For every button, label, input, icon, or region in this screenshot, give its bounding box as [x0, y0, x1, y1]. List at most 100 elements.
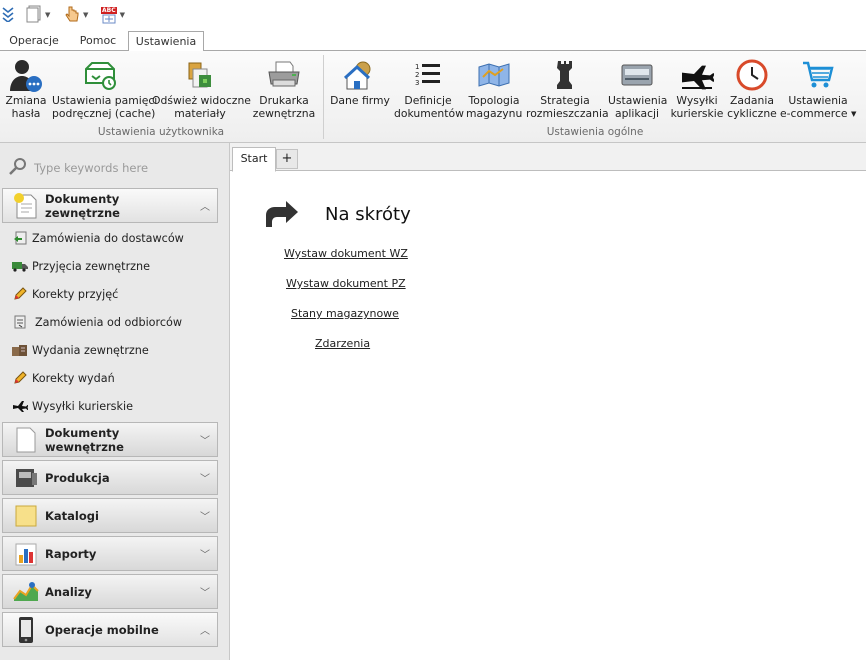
- chevron-down-icon: ﹀: [200, 474, 210, 485]
- cyclic-tasks-label-2: cykliczne: [727, 106, 777, 120]
- airplane-icon: [670, 55, 724, 95]
- external-documents-icon: [11, 191, 41, 221]
- add-tab-button[interactable]: +: [276, 149, 298, 169]
- company-data-button[interactable]: Dane firmy: [330, 55, 390, 127]
- nav-item-label: Wydania zewnętrzne: [32, 343, 149, 357]
- section-katalogi[interactable]: Katalogi ﹀: [2, 498, 218, 533]
- production-machine-icon: [11, 463, 41, 493]
- courier-shipments-button[interactable]: Wysyłki kurierskie: [670, 55, 724, 127]
- application-settings-label-1: Ustawienia: [608, 94, 668, 107]
- nav-item-zamowienia-do-dostawcow[interactable]: Zamówienia do dostawców: [12, 227, 184, 249]
- section-title: Analizy: [45, 584, 92, 599]
- quick-access-menu-button[interactable]: [2, 4, 16, 26]
- tab-ustawienia[interactable]: Ustawienia: [128, 31, 204, 52]
- cache-settings-button[interactable]: Ustawienia pamięci podręcznej (cache): [52, 55, 158, 127]
- shopping-cart-icon: [780, 55, 856, 95]
- application-settings-button[interactable]: Ustawienia aplikacji: [608, 55, 668, 127]
- section-title: Raporty: [45, 546, 97, 561]
- quick-document-button[interactable]: ▼: [26, 4, 50, 26]
- refresh-materials-button[interactable]: Odśwież widoczne materiały: [152, 55, 251, 127]
- tab-start[interactable]: Start: [232, 147, 276, 172]
- document-definitions-label-2: dokumentów: [394, 106, 464, 120]
- navigation-panel: Dokumenty zewnętrzne ︿ Zamówienia do dos…: [0, 143, 230, 660]
- document-tab-bar: Start +: [230, 143, 866, 172]
- external-printer-button[interactable]: Drukarka zewnętrzna: [252, 55, 316, 127]
- chevron-down-icon: ﹀: [200, 436, 210, 447]
- section-raporty[interactable]: Raporty ﹀: [2, 536, 218, 571]
- shortcut-stany-magazynowe[interactable]: Stany magazynowe: [291, 307, 399, 320]
- company-house-icon: [330, 55, 390, 95]
- truck-icon: [12, 258, 28, 274]
- customer-order-icon: [12, 314, 28, 330]
- nav-item-label: Wysyłki kurierskie: [32, 399, 133, 413]
- boxes-icon: [12, 342, 28, 358]
- tab-operacje[interactable]: Operacje: [0, 31, 68, 51]
- ecommerce-settings-button[interactable]: Ustawienia e-commerce ▾: [780, 55, 856, 127]
- chess-rook-icon: [526, 55, 604, 95]
- application-settings-label-2: aplikacji: [614, 106, 660, 120]
- section-analizy[interactable]: Analizy ﹀: [2, 574, 218, 609]
- change-password-label-1: Zmiana: [5, 94, 47, 107]
- user-password-icon: [2, 55, 50, 95]
- section-title: Dokumenty wewnętrzne: [45, 425, 124, 454]
- shortcut-arrow-icon: [264, 201, 300, 232]
- chevron-down-icon: ▼: [45, 11, 51, 19]
- refresh-materials-label-1: Odśwież widoczne: [152, 94, 251, 107]
- cyclic-tasks-button[interactable]: Zadania cykliczne: [726, 55, 778, 127]
- quick-hand-button[interactable]: ▼: [64, 4, 88, 26]
- chevron-up-icon: ︿: [200, 202, 210, 213]
- pencil-icon: [12, 286, 28, 302]
- nav-item-label: Korekty wydań: [32, 371, 115, 385]
- search-box[interactable]: [8, 157, 220, 179]
- numbered-list-icon: 123: [394, 55, 462, 95]
- external-printer-label-2: zewnętrzna: [252, 106, 316, 120]
- section-title: Operacje mobilne: [45, 622, 159, 637]
- nav-item-label: Zamówienia do dostawców: [32, 231, 184, 245]
- shortcut-wystaw-dokument-pz[interactable]: Wystaw dokument PZ: [286, 277, 406, 290]
- internal-document-icon: [11, 425, 41, 455]
- ribbon-tab-bar: Operacje Pomoc Ustawienia: [0, 30, 866, 52]
- courier-shipments-label-2: kurierskie: [670, 106, 724, 120]
- tab-pomoc[interactable]: Pomoc: [70, 31, 126, 51]
- nav-item-korekty-przyjec[interactable]: Korekty przyjęć: [12, 283, 118, 305]
- shortcut-zdarzenia[interactable]: Zdarzenia: [315, 337, 370, 350]
- refresh-materials-label-2: materiały: [174, 106, 226, 120]
- ecommerce-settings-label-1: Ustawienia: [788, 94, 848, 107]
- nav-item-label: Zamówienia od odbiorców: [35, 315, 183, 329]
- nav-item-wysylki-kurierskie[interactable]: Wysyłki kurierskie: [12, 395, 133, 417]
- nav-item-przyjecia-zewnetrzne[interactable]: Przyjęcia zewnętrzne: [12, 255, 150, 277]
- section-dokumenty-wewnetrzne[interactable]: Dokumenty wewnętrzne ﹀: [2, 422, 218, 457]
- warehouse-topology-button[interactable]: Topologia magazynu: [466, 55, 522, 127]
- quick-spellcheck-button[interactable]: ABC ▼: [101, 4, 125, 26]
- placement-strategy-button[interactable]: Strategia rozmieszczania: [526, 55, 609, 127]
- chevron-down-icon: ▼: [119, 11, 126, 19]
- section-dokumenty-zewnetrzne[interactable]: Dokumenty zewnętrzne ︿: [2, 188, 218, 223]
- shortcut-wystaw-dokument-wz[interactable]: Wystaw dokument WZ: [284, 247, 408, 260]
- printer-icon: [252, 55, 316, 95]
- nav-item-zamowienia-od-odbiorcow[interactable]: Zamówienia od odbiorców: [12, 311, 182, 333]
- external-printer-label-1: Drukarka: [259, 94, 309, 107]
- cache-settings-label-2: podręcznej (cache): [52, 106, 156, 120]
- cyclic-tasks-label-1: Zadania: [730, 94, 774, 107]
- catalog-icon: [11, 501, 41, 531]
- cache-settings-label-1: Ustawienia pamięci: [52, 94, 158, 107]
- section-produkcja[interactable]: Produkcja ﹀: [2, 460, 218, 495]
- nav-item-label: Korekty przyjęć: [32, 287, 119, 301]
- warehouse-topology-label-1: Topologia: [468, 94, 520, 107]
- nav-item-wydania-zewnetrzne[interactable]: Wydania zewnętrzne: [12, 339, 149, 361]
- quick-access-toolbar: ▼ ▼ ABC ▼: [0, 0, 866, 30]
- search-input[interactable]: [34, 161, 214, 175]
- svg-text:2: 2: [415, 71, 419, 79]
- application-settings-icon: [608, 55, 666, 95]
- svg-text:1: 1: [415, 63, 419, 71]
- refresh-materials-icon: [152, 55, 248, 95]
- mobile-phone-icon: [11, 615, 41, 645]
- group-label-user-settings: Ustawienia użytkownika: [97, 126, 225, 138]
- clock-icon: [726, 55, 778, 95]
- nav-item-korekty-wydan[interactable]: Korekty wydań: [12, 367, 115, 389]
- change-password-button[interactable]: Zmiana hasła: [2, 55, 50, 127]
- cache-settings-icon: [52, 55, 148, 95]
- document-definitions-button[interactable]: 123 Definicje dokumentów: [394, 55, 464, 127]
- hand-pointer-icon: [64, 5, 80, 26]
- section-operacje-mobilne[interactable]: Operacje mobilne ︿: [2, 612, 218, 647]
